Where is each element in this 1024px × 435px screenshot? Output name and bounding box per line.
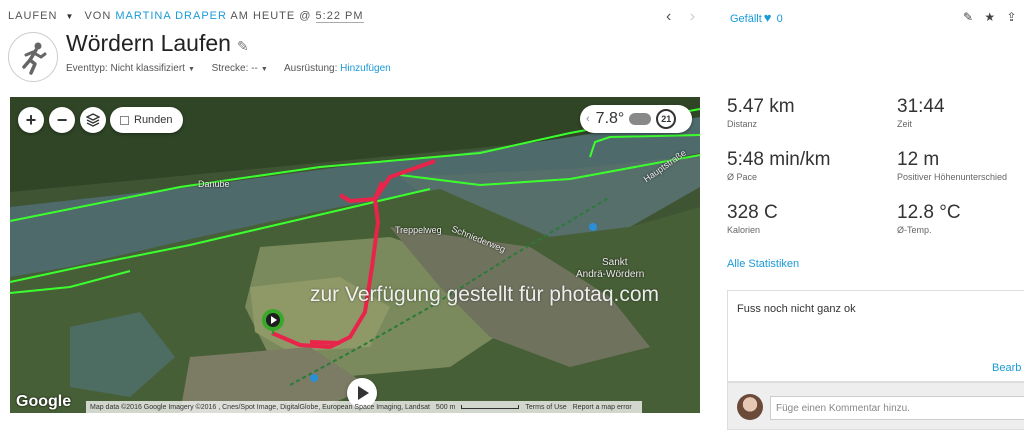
chevron-down-icon: ▼ bbox=[260, 66, 268, 73]
activity-header: LAUFEN ▼ VON MARTINA DRAPER AM HEUTE @ 5… bbox=[8, 10, 364, 23]
layers-icon[interactable] bbox=[80, 107, 106, 133]
map-scale-label: 500 m bbox=[435, 403, 456, 411]
play-icon bbox=[358, 386, 369, 400]
map-scale-bar bbox=[461, 405, 520, 409]
weather-widget[interactable]: ‹ 7.8° 21 bbox=[580, 105, 692, 133]
stat-pace: 5:48 min/km Ø Pace bbox=[727, 149, 830, 182]
activity-type: LAUFEN bbox=[8, 10, 58, 22]
timer-icon: 21 bbox=[656, 109, 677, 129]
stat-temperature: 12.8 °C Ø-Temp. bbox=[897, 202, 961, 235]
gear-label: Ausrüstung: bbox=[283, 63, 338, 74]
star-icon[interactable]: ★ bbox=[984, 10, 995, 24]
pencil-icon[interactable]: ✎ bbox=[963, 10, 973, 24]
map-label-town: Andrä-Wördern bbox=[576, 269, 645, 280]
likes[interactable]: Gefällt ♥ 0 bbox=[730, 10, 783, 25]
pencil-icon[interactable]: ✎ bbox=[237, 38, 249, 54]
cloud-icon bbox=[629, 113, 652, 125]
edit-note-button[interactable]: Bearb bbox=[992, 362, 1021, 374]
stat-label: Positiver Höhenunterschied bbox=[897, 172, 1008, 182]
map-label-town: Sankt bbox=[602, 257, 628, 268]
comment-bar: Füge einen Kommentar hinzu. bbox=[727, 382, 1024, 430]
laps-label: Runden bbox=[134, 114, 173, 126]
activity-type-dropdown-icon[interactable]: ▼ bbox=[65, 12, 74, 21]
likes-count: 0 bbox=[776, 13, 783, 25]
note-text: Fuss noch nicht ganz ok bbox=[737, 303, 856, 315]
map-label-river: Danube bbox=[198, 179, 230, 189]
event-type-value: Nicht klassifiziert bbox=[110, 63, 185, 74]
by-label: VON bbox=[84, 10, 112, 22]
weather-temperature: 7.8° bbox=[595, 110, 625, 127]
course-value: -- bbox=[251, 63, 258, 74]
share-icon[interactable]: ⇪ bbox=[1007, 10, 1017, 24]
activity-title: Wördern Laufen ✎ bbox=[66, 30, 249, 57]
activity-actions: ✎ ★ ⇪ bbox=[963, 10, 1024, 24]
stat-value: 31:44 bbox=[897, 96, 945, 117]
all-stats-link[interactable]: Alle Statistiken bbox=[727, 258, 799, 270]
stat-label: Kalorien bbox=[727, 225, 761, 235]
report-error-link[interactable]: Report a map error bbox=[573, 404, 632, 411]
stat-elevation-gain: 12 m Positiver Höhenunterschied bbox=[897, 149, 1007, 182]
activity-meta: Eventtyp: Nicht klassifiziert ▼ Strecke: … bbox=[66, 63, 405, 74]
stat-value: 5.47 km bbox=[727, 96, 795, 117]
google-logo: Google bbox=[16, 393, 72, 410]
heart-icon: ♥ bbox=[763, 10, 772, 25]
stat-value: 12.8 °C bbox=[897, 202, 961, 223]
watermark: zur Verfügung gestellt für photaq.com bbox=[310, 283, 660, 306]
chevron-left-icon[interactable]: ‹ bbox=[666, 8, 671, 25]
zoom-out-button[interactable]: − bbox=[49, 107, 75, 133]
stat-label: Zeit bbox=[897, 119, 913, 129]
laps-checkbox[interactable] bbox=[120, 115, 129, 125]
add-gear-link[interactable]: Hinzufügen bbox=[340, 63, 391, 74]
event-type-selector[interactable]: Eventtyp: Nicht klassifiziert ▼ bbox=[66, 63, 195, 74]
stat-calories: 328 C Kalorien bbox=[727, 202, 778, 235]
gear-field: Ausrüstung: Hinzufügen bbox=[284, 63, 391, 74]
chevron-down-icon: ▼ bbox=[187, 66, 195, 73]
map-terrain bbox=[10, 97, 700, 413]
course-label: Strecke: bbox=[211, 63, 249, 74]
avatar bbox=[737, 394, 763, 420]
stat-value: 5:48 min/km bbox=[727, 149, 831, 170]
event-type-label: Eventtyp: bbox=[66, 63, 108, 74]
stat-label: Ø Pace bbox=[727, 172, 758, 182]
stat-time: 31:44 Zeit bbox=[897, 96, 945, 129]
athlete-link[interactable]: MARTINA DRAPER bbox=[115, 10, 227, 22]
chevron-right-icon[interactable]: › bbox=[690, 8, 695, 25]
stat-value: 328 C bbox=[727, 202, 778, 223]
stat-distance: 5.47 km Distanz bbox=[727, 96, 795, 129]
stat-label: Ø-Temp. bbox=[897, 225, 932, 235]
activity-note: Fuss noch nicht ganz ok Bearb bbox=[727, 290, 1024, 382]
activity-time[interactable]: 5:22 PM bbox=[315, 10, 364, 23]
route-map[interactable]: + − Runden ‹ 7.8° 21 Danube Treppelweg S… bbox=[10, 97, 700, 413]
activity-title-text: Wördern Laufen bbox=[66, 30, 231, 56]
map-attribution: Map data ©2016 Google Imagery ©2016 , Cn… bbox=[90, 403, 430, 411]
stat-label: Distanz bbox=[727, 119, 758, 129]
course-selector[interactable]: Strecke: -- ▼ bbox=[212, 63, 268, 74]
likes-label: Gefällt bbox=[730, 13, 762, 25]
terms-link[interactable]: Terms of Use bbox=[525, 404, 566, 411]
map-attribution-bar: Map data ©2016 Google Imagery ©2016 , Cn… bbox=[86, 401, 642, 413]
map-label-street: Treppelweg bbox=[395, 225, 442, 235]
runner-icon bbox=[8, 32, 58, 82]
comment-input[interactable]: Füge einen Kommentar hinzu. bbox=[770, 396, 1024, 420]
stat-value: 12 m bbox=[897, 149, 940, 170]
chevron-left-icon[interactable]: ‹ bbox=[586, 113, 590, 125]
activity-navigation: ‹ › bbox=[666, 8, 709, 26]
laps-toggle[interactable]: Runden bbox=[110, 107, 183, 133]
zoom-in-button[interactable]: + bbox=[18, 107, 44, 133]
at-label: AM HEUTE @ bbox=[230, 10, 312, 22]
